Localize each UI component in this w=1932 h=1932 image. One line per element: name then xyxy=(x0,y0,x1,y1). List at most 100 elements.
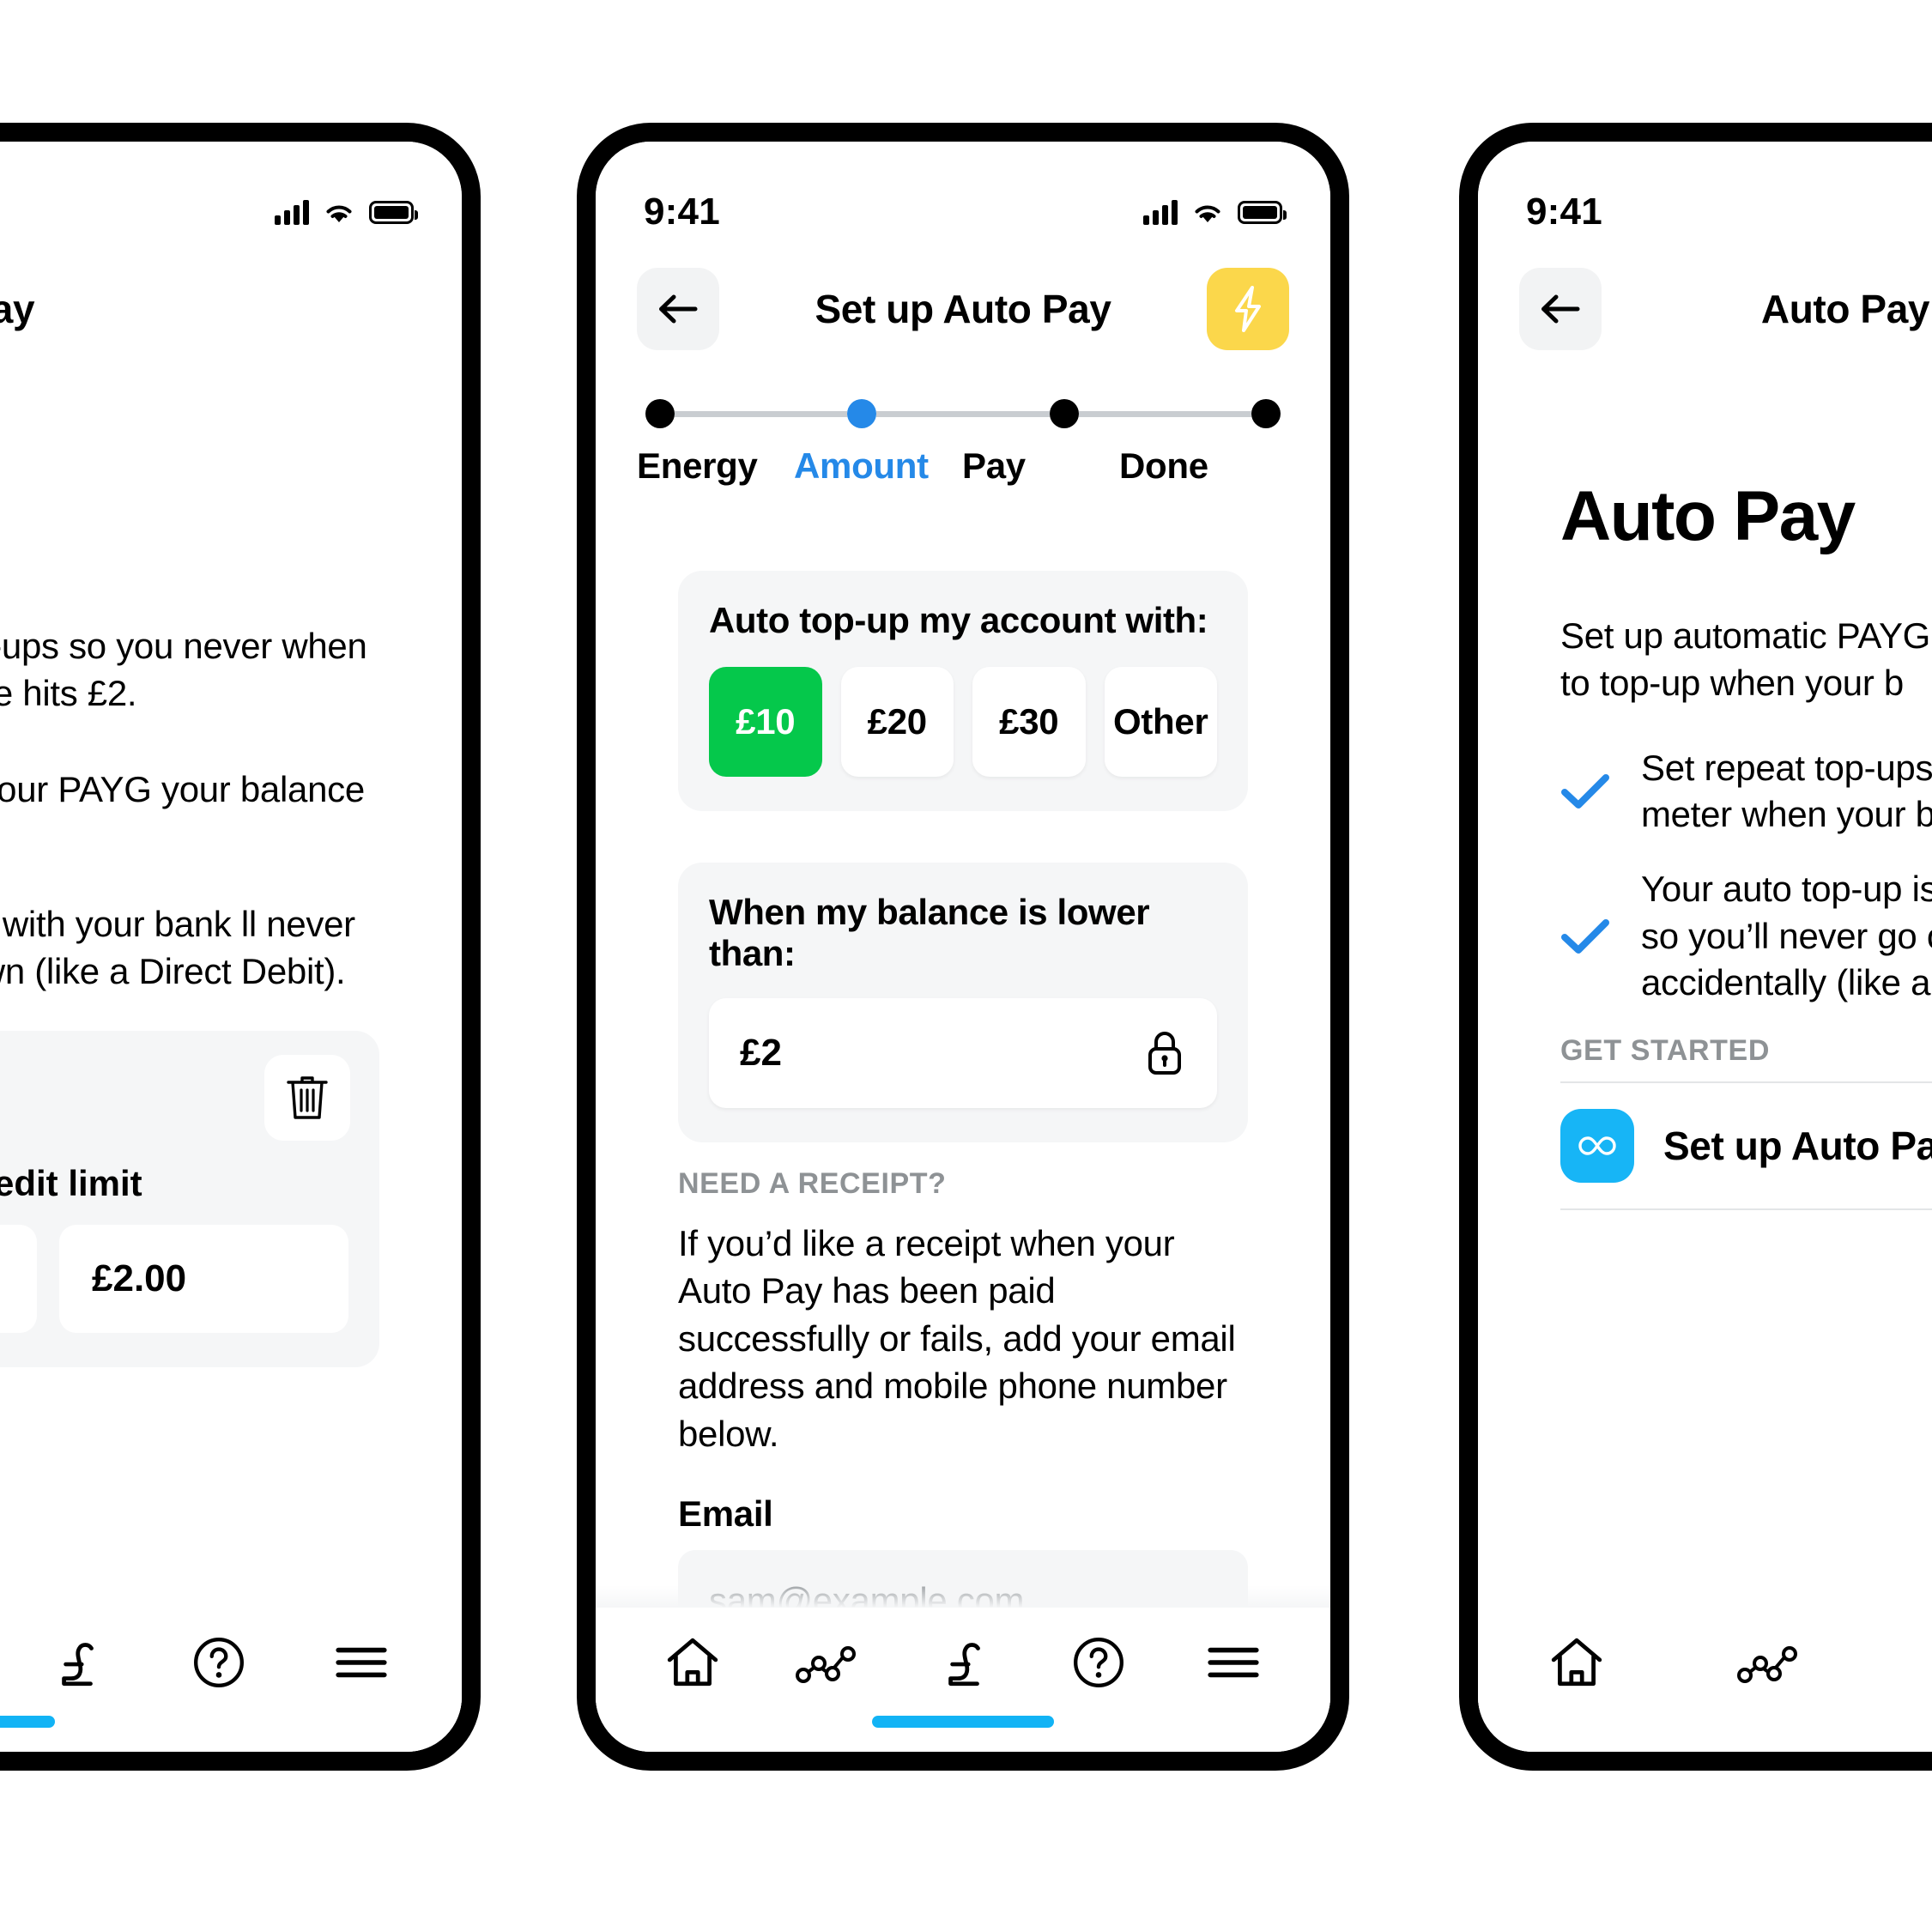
status-time: 9:41 xyxy=(1526,191,1602,233)
tab-usage[interactable] xyxy=(1722,1621,1816,1704)
tab-menu[interactable] xyxy=(1186,1621,1281,1704)
phone-center: 9:41 Set up Auto Pay Energy Amount Pay D… xyxy=(577,123,1349,1771)
step-dot-amount[interactable] xyxy=(847,399,877,428)
tab-home[interactable] xyxy=(645,1621,740,1704)
threshold-value: £2 xyxy=(740,1032,782,1074)
home-icon xyxy=(667,1638,718,1687)
credit-limit-inputs: £2.00 xyxy=(0,1225,348,1333)
list-item-label: Set repeat top-ups for yo meter when you… xyxy=(1641,747,1932,835)
tab-menu[interactable] xyxy=(314,1621,409,1704)
tab-pound[interactable] xyxy=(1914,1621,1932,1704)
topup-panel-title: Auto top-up my account with: xyxy=(709,600,1208,640)
left-tab-bar xyxy=(0,1608,462,1752)
credit-limit-field-left[interactable] xyxy=(0,1225,37,1333)
amount-option-30[interactable]: £30 xyxy=(972,667,1086,777)
back-button[interactable] xyxy=(637,268,719,350)
list-item: Your auto top-up is paid card, so you’ll… xyxy=(1560,866,1932,1007)
step-line-3 xyxy=(1078,410,1251,417)
step-dot-done[interactable] xyxy=(1251,399,1281,428)
tab-usage[interactable] xyxy=(780,1621,875,1704)
bullet-2: p-up is paid with your bank ll never go … xyxy=(0,903,355,992)
status-bar: 9:41 xyxy=(596,142,1330,245)
get-started-header: GET STARTED xyxy=(1560,1033,1770,1067)
wifi-icon xyxy=(323,199,355,225)
tab-help[interactable] xyxy=(1051,1621,1146,1704)
page-heading: Auto Pay xyxy=(1560,477,1856,555)
trash-icon xyxy=(287,1076,328,1119)
left-navbar: Auto Pay xyxy=(0,253,462,365)
receipt-body: If you’d like a receipt when your Auto P… xyxy=(678,1223,1236,1454)
benefits-list: Set repeat top-ups for yo meter when you… xyxy=(1560,745,1932,1007)
page-title: Auto Pay xyxy=(1760,287,1930,331)
phone-center-screen: 9:41 Set up Auto Pay Energy Amount Pay D… xyxy=(596,142,1330,1752)
lightning-bolt-icon xyxy=(1235,286,1261,332)
check-icon xyxy=(1560,772,1610,810)
credit-limit-field-right[interactable]: £2.00 xyxy=(59,1225,348,1333)
cellular-signal-icon xyxy=(275,199,309,225)
amount-option-10[interactable]: £10 xyxy=(709,667,822,777)
page-title: Set up Auto Pay xyxy=(815,287,1111,331)
status-bar xyxy=(0,142,462,245)
home-icon xyxy=(1551,1638,1602,1687)
step-label-done[interactable]: Done xyxy=(1116,445,1289,487)
threshold-panel: When my balance is lower than: £2 xyxy=(678,863,1248,1142)
phone-left-screen: Auto Pay c PAYG top-ups so you never whe… xyxy=(0,142,462,1752)
step-label-amount[interactable]: Amount xyxy=(794,445,957,487)
amount-option-other[interactable]: Other xyxy=(1104,667,1217,777)
page-title: Auto Pay xyxy=(0,287,35,331)
left-intro: c PAYG top-ups so you never when your ba… xyxy=(0,622,379,996)
phone-right-screen: 9:41 Auto Pay Auto Pay Set up automatic … xyxy=(1478,142,1932,1752)
get-started-row[interactable]: Set up Auto Pay xyxy=(1560,1081,1932,1210)
status-time: 9:41 xyxy=(644,191,720,233)
status-bar: 9:41 xyxy=(1478,142,1932,245)
pound-icon xyxy=(62,1643,94,1687)
get-started-group: GET STARTED Set up Auto Pay xyxy=(1560,1034,1932,1210)
threshold-input[interactable]: £2 xyxy=(709,998,1217,1108)
back-arrow-icon xyxy=(1541,294,1580,324)
screenshot-canvas: Auto Pay c PAYG top-ups so you never whe… xyxy=(0,0,1932,1932)
check-icon xyxy=(1560,918,1610,955)
right-tab-bar xyxy=(1478,1608,1932,1752)
stepper-labels: Energy Amount Pay Done xyxy=(637,445,1289,487)
intro-paragraph: Set up automatic PAYG top-u forget to to… xyxy=(1560,615,1932,704)
scroll-fade xyxy=(596,1585,1330,1608)
battery-icon xyxy=(1238,200,1287,224)
lock-icon xyxy=(1148,1032,1181,1075)
energy-button[interactable] xyxy=(1207,268,1289,350)
help-icon xyxy=(1073,1638,1123,1687)
menu-icon xyxy=(336,1647,387,1678)
topup-amount-panel: Auto top-up my account with: £10 £20 £30… xyxy=(678,571,1248,811)
battery-icon xyxy=(369,200,418,224)
step-line-2 xyxy=(876,410,1050,417)
back-arrow-icon xyxy=(659,294,698,324)
step-label-pay[interactable]: Pay xyxy=(957,445,1116,487)
credit-limit-label: Credit limit xyxy=(0,1163,142,1203)
list-item-label: Your auto top-up is paid card, so you’ll… xyxy=(1641,869,1932,1003)
step-dot-pay[interactable] xyxy=(1049,399,1079,428)
right-navbar: Auto Pay xyxy=(1478,253,1932,365)
intro-paragraph: c PAYG top-ups so you never when your ba… xyxy=(0,626,367,714)
center-navbar: Set up Auto Pay xyxy=(596,253,1330,365)
back-button[interactable] xyxy=(1519,268,1602,350)
status-icons xyxy=(1143,199,1287,225)
tab-help[interactable] xyxy=(172,1621,266,1704)
list-item: Set repeat top-ups for yo meter when you… xyxy=(1560,745,1932,839)
phone-left: Auto Pay c PAYG top-ups so you never whe… xyxy=(0,123,481,1771)
step-line-1 xyxy=(675,410,848,417)
delete-button[interactable] xyxy=(264,1055,350,1141)
phone-right: 9:41 Auto Pay Auto Pay Set up automatic … xyxy=(1459,123,1932,1771)
center-tab-bar xyxy=(596,1608,1330,1752)
credit-limit-card: Credit limit £2.00 xyxy=(0,1031,379,1367)
stepper-track xyxy=(637,399,1289,428)
tab-pound[interactable] xyxy=(29,1621,124,1704)
tab-pound[interactable] xyxy=(916,1621,1010,1704)
pound-icon xyxy=(948,1643,980,1687)
cellular-signal-icon xyxy=(1143,199,1178,225)
tab-home[interactable] xyxy=(1529,1621,1624,1704)
amount-options: £10 £20 £30 Other xyxy=(709,667,1217,777)
usage-graph-icon xyxy=(796,1646,857,1683)
step-dot-energy[interactable] xyxy=(645,399,675,428)
step-label-energy[interactable]: Energy xyxy=(637,445,794,487)
amount-option-20[interactable]: £20 xyxy=(840,667,954,777)
setup-stepper: Energy Amount Pay Done xyxy=(637,399,1289,487)
